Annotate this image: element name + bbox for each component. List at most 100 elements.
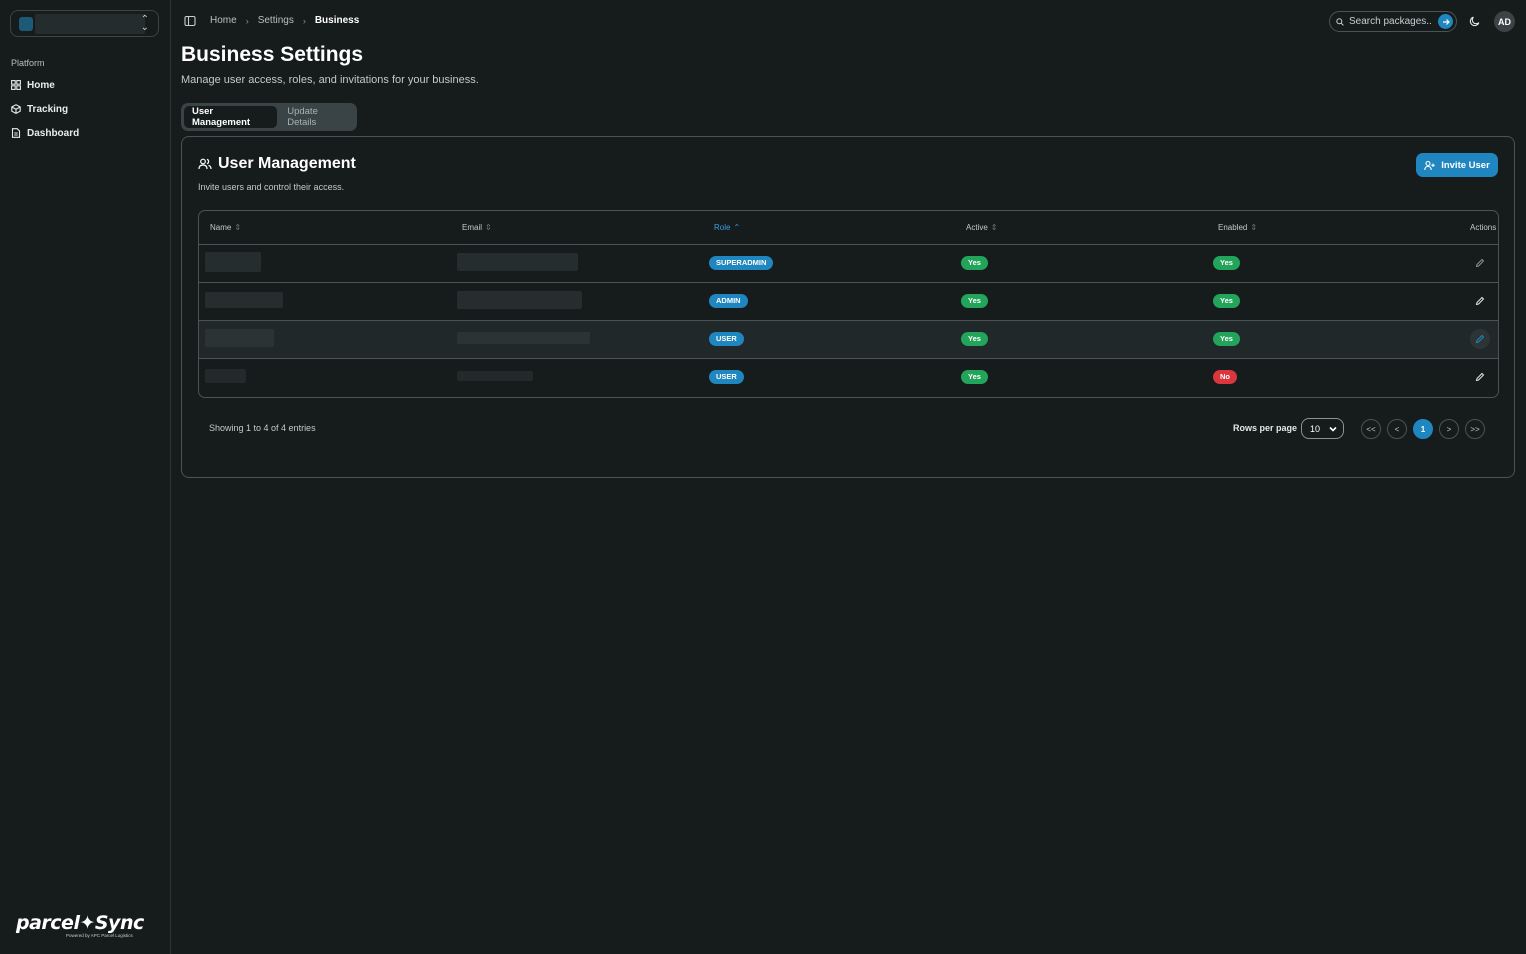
column-header-actions: Actions bbox=[1459, 211, 1498, 245]
sort-icon: ⇕ bbox=[485, 222, 492, 232]
rows-per-page-value: 10 bbox=[1310, 423, 1321, 434]
first-page-button[interactable]: << bbox=[1361, 419, 1381, 439]
table-header-row: Name ⇕ Email ⇕ Role ⌃ Active ⇕ Enabled ⇕ Acti… bbox=[199, 211, 1498, 245]
sort-icon: ⇕ bbox=[1250, 222, 1258, 232]
sidebar-toggle-icon[interactable] bbox=[184, 15, 196, 27]
actions-cell bbox=[1459, 358, 1498, 396]
redacted-email bbox=[457, 291, 582, 309]
sort-icon: ⇕ bbox=[234, 222, 242, 232]
role-cell: SUPERADMIN bbox=[703, 244, 955, 283]
email-cell bbox=[451, 358, 703, 396]
role-badge: ADMIN bbox=[709, 294, 748, 308]
brand-logo: parcel✦Sync Powered by APC Parcel Logist… bbox=[16, 912, 156, 942]
active-badge: Yes bbox=[961, 370, 988, 385]
nav-group-label: Platform bbox=[11, 58, 45, 68]
rows-per-page-select[interactable]: 10 bbox=[1301, 418, 1344, 439]
column-header-email[interactable]: Email ⇕ bbox=[451, 211, 703, 245]
edit-user-button[interactable] bbox=[1470, 367, 1490, 387]
grid-icon bbox=[11, 80, 21, 90]
actions-cell bbox=[1459, 320, 1498, 359]
page-subtitle: Manage user access, roles, and invitatio… bbox=[181, 74, 479, 86]
sidebar: ⌃ ⌄ Platform Home Tracking Dashboard parc… bbox=[0, 0, 171, 954]
search-input[interactable] bbox=[1349, 16, 1437, 27]
chevron-right-icon: › bbox=[302, 15, 306, 26]
rows-per-page-label: Rows per page bbox=[1233, 423, 1298, 433]
column-header-label: Name bbox=[210, 222, 232, 232]
document-icon bbox=[11, 128, 21, 138]
active-badge: Yes bbox=[961, 294, 988, 308]
active-cell: Yes bbox=[955, 282, 1207, 321]
search-box[interactable] bbox=[1329, 11, 1457, 32]
role-cell: USER bbox=[703, 320, 955, 359]
edit-user-button[interactable] bbox=[1470, 291, 1490, 311]
active-badge: Yes bbox=[961, 332, 988, 346]
role-badge: USER bbox=[709, 332, 744, 346]
actions-cell bbox=[1459, 244, 1498, 283]
table-row: SUPERADMIN Yes Yes bbox=[199, 244, 1498, 283]
name-cell bbox=[199, 320, 451, 359]
sidebar-item-dashboard[interactable]: Dashboard bbox=[11, 125, 79, 141]
column-header-role[interactable]: Role ⌃ bbox=[703, 211, 955, 245]
enabled-badge: Yes bbox=[1213, 332, 1240, 346]
tab-update-details[interactable]: Update Details bbox=[279, 106, 354, 128]
pencil-icon bbox=[1475, 334, 1485, 344]
brand-tagline: Powered by APC Parcel Logistics bbox=[66, 933, 133, 938]
card-subtitle: Invite users and control their access. bbox=[198, 182, 345, 192]
name-cell bbox=[199, 358, 451, 396]
breadcrumb-home[interactable]: Home bbox=[210, 15, 237, 26]
pencil-icon bbox=[1475, 296, 1485, 306]
arrow-right-icon bbox=[1442, 18, 1450, 25]
pagination-info: Showing 1 to 4 of 4 entries bbox=[209, 423, 316, 433]
redacted-email bbox=[457, 371, 533, 382]
edit-user-button[interactable] bbox=[1470, 253, 1490, 273]
next-page-button[interactable]: > bbox=[1439, 419, 1459, 439]
invite-user-label: Invite User bbox=[1441, 159, 1490, 171]
users-table: Name ⇕ Email ⇕ Role ⌃ Active ⇕ Enabled ⇕ Acti… bbox=[198, 210, 1499, 398]
user-management-card: User Management Invite users and control… bbox=[181, 136, 1515, 478]
breadcrumb-settings[interactable]: Settings bbox=[258, 15, 294, 26]
column-header-enabled[interactable]: Enabled ⇕ bbox=[1207, 211, 1459, 245]
previous-page-button[interactable]: < bbox=[1387, 419, 1407, 439]
redacted-name bbox=[205, 252, 261, 272]
sidebar-item-label: Tracking bbox=[27, 103, 69, 115]
chevrons-up-down-icon: ⌃ ⌄ bbox=[140, 14, 149, 33]
enabled-cell: Yes bbox=[1207, 320, 1459, 359]
moon-icon[interactable] bbox=[1469, 15, 1481, 27]
name-cell bbox=[199, 244, 451, 283]
redacted-email bbox=[457, 253, 578, 271]
invite-user-button[interactable]: Invite User bbox=[1416, 153, 1498, 177]
pagination: << < 1 > >> bbox=[1361, 419, 1485, 439]
edit-user-button[interactable] bbox=[1470, 329, 1490, 349]
business-logo-icon bbox=[19, 17, 33, 31]
redacted-name bbox=[205, 292, 283, 308]
column-header-active[interactable]: Active ⇕ bbox=[955, 211, 1207, 245]
actions-cell bbox=[1459, 282, 1498, 321]
enabled-cell: Yes bbox=[1207, 282, 1459, 321]
column-header-label: Email bbox=[462, 222, 483, 232]
page-button-current[interactable]: 1 bbox=[1413, 419, 1433, 439]
redacted-name bbox=[205, 329, 274, 347]
tab-user-management[interactable]: User Management bbox=[184, 106, 278, 128]
enabled-badge: No bbox=[1213, 370, 1237, 385]
sidebar-item-tracking[interactable]: Tracking bbox=[11, 101, 68, 117]
role-cell: USER bbox=[703, 358, 955, 396]
last-page-button[interactable]: >> bbox=[1465, 419, 1485, 439]
column-header-name[interactable]: Name ⇕ bbox=[199, 211, 451, 245]
card-title: User Management bbox=[198, 155, 356, 173]
user-avatar[interactable]: AD bbox=[1494, 11, 1515, 32]
sidebar-item-home[interactable]: Home bbox=[11, 77, 55, 93]
enabled-badge: Yes bbox=[1213, 294, 1240, 308]
email-cell bbox=[451, 244, 703, 283]
card-title-text: User Management bbox=[218, 155, 356, 172]
role-badge: USER bbox=[709, 370, 744, 385]
pencil-icon bbox=[1475, 258, 1485, 268]
sort-icon: ⇕ bbox=[990, 222, 998, 232]
role-badge: SUPERADMIN bbox=[709, 256, 774, 270]
business-switcher[interactable]: ⌃ ⌄ bbox=[10, 10, 159, 37]
search-submit-button[interactable] bbox=[1438, 14, 1453, 29]
name-cell bbox=[199, 282, 451, 321]
page-title: Business Settings bbox=[181, 43, 364, 66]
redacted-email bbox=[457, 332, 590, 344]
table-row: USER Yes Yes bbox=[199, 320, 1498, 359]
column-header-label: Enabled bbox=[1218, 222, 1248, 232]
